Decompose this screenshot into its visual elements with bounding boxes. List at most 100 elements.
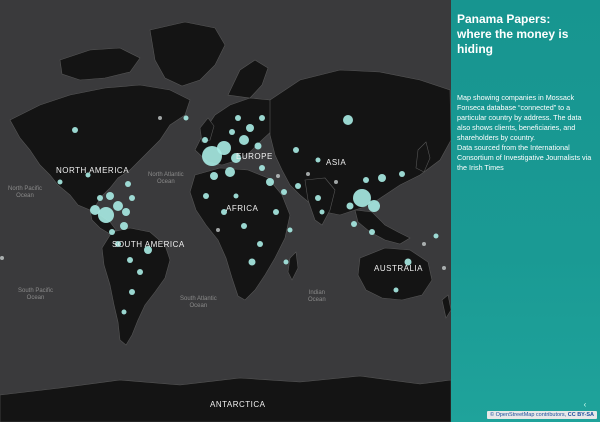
data-point[interactable] <box>276 174 280 178</box>
data-point[interactable] <box>217 141 231 155</box>
data-point[interactable] <box>368 200 380 212</box>
data-point[interactable] <box>399 171 405 177</box>
data-point[interactable] <box>254 142 262 150</box>
ocean-label-line: Ocean <box>26 295 45 301</box>
landmass-madagascar <box>287 251 299 281</box>
map-app: NORTH AMERICA SOUTH AMERICA EUROPE ASIA … <box>0 0 600 422</box>
data-point[interactable] <box>259 115 265 121</box>
ocean-label-line: Ocean <box>157 179 175 185</box>
landmass-greenland <box>149 21 226 87</box>
data-point[interactable] <box>109 229 115 235</box>
data-point[interactable] <box>246 124 254 132</box>
landmass-scandinavia <box>227 59 269 99</box>
data-point[interactable] <box>442 266 446 270</box>
data-point[interactable] <box>315 195 321 201</box>
landmass-africa <box>189 167 291 301</box>
panel-title-line-1: Panama Papers: <box>457 12 551 26</box>
chevron-left-icon[interactable]: ‹ <box>580 400 590 410</box>
panel-description-text: Map showing companies in Mossack Fonseca… <box>457 93 582 142</box>
data-point[interactable] <box>257 241 263 247</box>
panel-description: Map showing companies in Mossack Fonseca… <box>457 93 594 173</box>
data-point[interactable] <box>266 178 274 186</box>
ocean-label-line: Ocean <box>308 297 326 303</box>
label-south-pacific: South Pacific Ocean <box>18 288 53 302</box>
ocean-label-line: North Atlantic <box>148 172 184 178</box>
data-point[interactable] <box>225 167 235 177</box>
label-europe: EUROPE <box>236 152 273 161</box>
data-point[interactable] <box>369 229 375 235</box>
label-indian-ocean: Indian Ocean <box>308 290 326 304</box>
data-point[interactable] <box>98 207 114 223</box>
ocean-label-line: Ocean <box>16 193 34 199</box>
label-africa: AFRICA <box>226 204 259 213</box>
data-point[interactable] <box>433 233 439 239</box>
map-attribution[interactable]: © OpenStreetMap contributors, CC BY-SA <box>486 411 597 419</box>
data-point[interactable] <box>97 195 103 201</box>
data-point[interactable] <box>183 115 189 121</box>
data-point[interactable] <box>295 183 301 189</box>
label-south-america: SOUTH AMERICA <box>112 240 185 249</box>
data-point[interactable] <box>235 115 241 121</box>
data-point[interactable] <box>216 228 220 232</box>
ocean-label-line: Ocean <box>189 303 208 309</box>
data-point[interactable] <box>120 222 128 230</box>
label-south-atlantic: South Atlantic Ocean <box>180 296 217 310</box>
data-point[interactable] <box>422 242 426 246</box>
data-point[interactable] <box>315 157 321 163</box>
attribution-text[interactable]: © OpenStreetMap contributors, <box>490 412 566 418</box>
data-point[interactable] <box>334 180 338 184</box>
label-asia: ASIA <box>326 158 347 167</box>
landmass-southeast-asia <box>354 209 411 245</box>
data-point[interactable] <box>106 192 114 200</box>
data-point[interactable] <box>122 208 130 216</box>
data-point[interactable] <box>90 205 100 215</box>
panel-source-text: Data sourced from the International Cons… <box>457 143 592 172</box>
data-point[interactable] <box>125 181 131 187</box>
data-point[interactable] <box>281 189 287 195</box>
landmass-antarctica <box>0 375 451 422</box>
data-point[interactable] <box>273 209 279 215</box>
ocean-label-line: South Pacific <box>18 288 54 294</box>
data-point[interactable] <box>127 257 133 263</box>
data-point[interactable] <box>229 129 235 135</box>
data-point[interactable] <box>129 195 135 201</box>
data-point[interactable] <box>233 193 239 199</box>
data-point[interactable] <box>203 193 209 199</box>
data-point[interactable] <box>241 223 247 229</box>
data-point[interactable] <box>378 174 386 182</box>
data-point[interactable] <box>259 165 265 171</box>
data-point[interactable] <box>287 227 293 233</box>
data-point[interactable] <box>210 172 218 180</box>
data-point[interactable] <box>113 201 123 211</box>
data-point[interactable] <box>72 127 78 133</box>
data-point[interactable] <box>346 202 354 210</box>
data-point[interactable] <box>248 258 256 266</box>
label-north-atlantic: North Atlantic Ocean <box>148 172 184 186</box>
ocean-label-line: North Pacific <box>8 186 43 192</box>
panel-title-line-2: where the money is hiding <box>457 27 569 56</box>
world-map[interactable]: NORTH AMERICA SOUTH AMERICA EUROPE ASIA … <box>0 0 451 422</box>
data-point[interactable] <box>129 289 135 295</box>
data-point[interactable] <box>0 256 4 260</box>
panel-title: Panama Papers: where the money is hiding <box>457 12 594 57</box>
landmass-india <box>304 177 336 226</box>
data-point[interactable] <box>137 269 143 275</box>
data-point[interactable] <box>363 177 369 183</box>
info-panel: Panama Papers: where the money is hiding… <box>451 0 600 422</box>
data-point[interactable] <box>158 116 162 120</box>
data-point[interactable] <box>293 147 299 153</box>
data-point[interactable] <box>202 137 208 143</box>
label-australia: AUSTRALIA <box>374 264 423 273</box>
data-point[interactable] <box>283 259 289 265</box>
data-point[interactable] <box>393 287 399 293</box>
data-point[interactable] <box>57 179 63 185</box>
data-point[interactable] <box>351 221 357 227</box>
data-point[interactable] <box>343 115 353 125</box>
label-north-america: NORTH AMERICA <box>56 166 130 175</box>
data-point[interactable] <box>319 209 325 215</box>
license-link[interactable]: CC BY-SA <box>568 412 594 418</box>
data-point[interactable] <box>121 309 127 315</box>
data-point[interactable] <box>239 135 249 145</box>
landmass-canada-islands <box>59 47 141 81</box>
data-point[interactable] <box>306 172 310 176</box>
